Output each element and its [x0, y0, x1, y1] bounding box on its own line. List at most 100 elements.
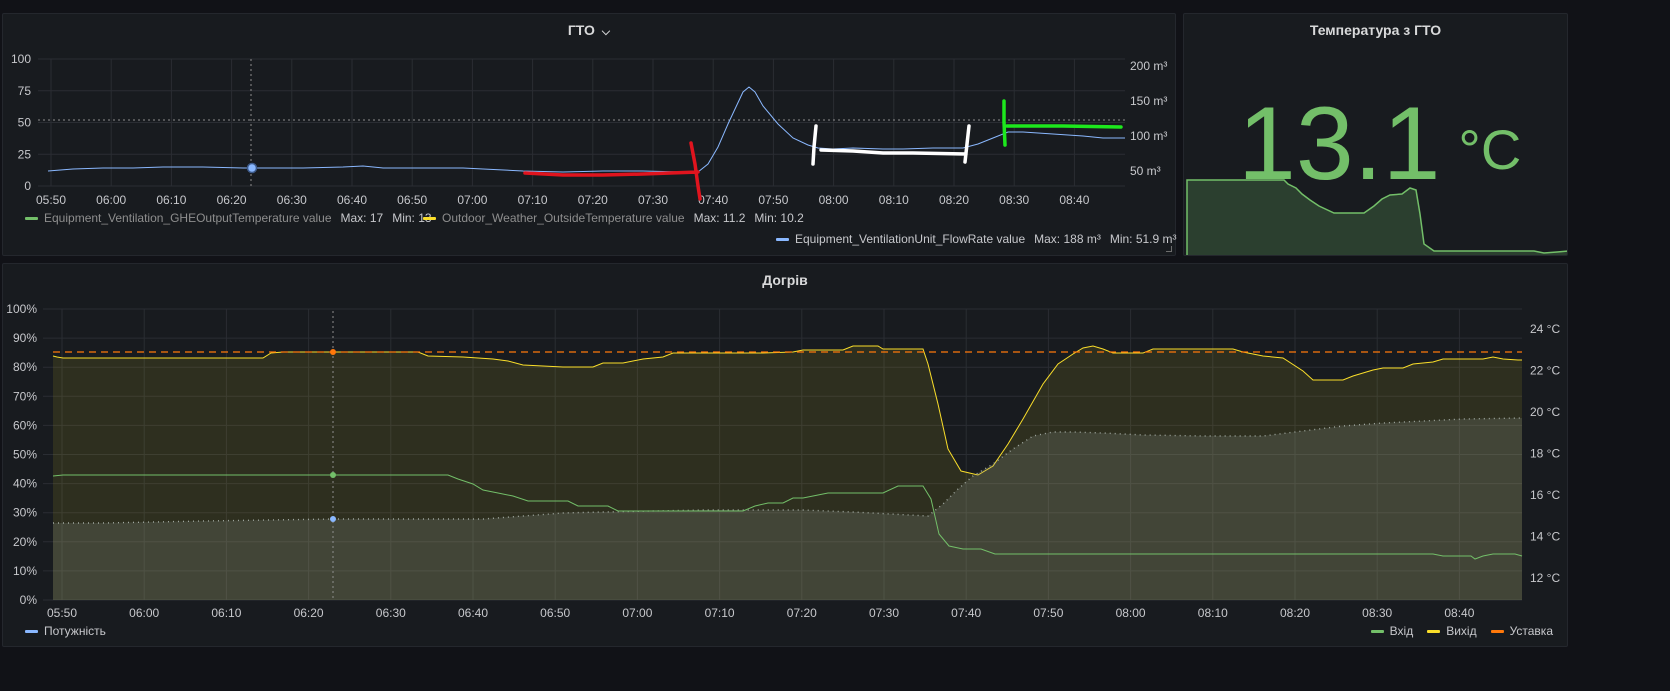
legend-item-input[interactable]: Вхід: [1370, 624, 1414, 638]
x-axis-tick-label: 06:20: [294, 606, 324, 620]
legend-max: Max: 188 m³: [1034, 232, 1101, 246]
y-axis-tick-label: 0%: [20, 593, 38, 607]
y-axis-tick-label: 80%: [13, 360, 37, 374]
y-right-axis-tick-label: 100 m³: [1130, 129, 1167, 143]
x-axis-tick-label: 06:50: [540, 606, 570, 620]
crosshair-point: [246, 162, 258, 174]
crosshair-point-output: [330, 349, 336, 355]
series-flow-rate: [47, 86, 1125, 173]
crosshair-point-input: [330, 472, 336, 478]
x-axis-tick-label: 06:30: [376, 606, 406, 620]
x-axis-tick-label: 08:00: [819, 193, 849, 207]
dogriv-chart[interactable]: 100% 90% 80% 70% 60% 50% 40% 30% 20% 10% 0% 24 °C 2…: [3, 264, 1569, 648]
legend-item-ghe-output[interactable]: Equipment_Ventilation_GHEOutputTemperatu…: [25, 211, 432, 225]
y-axis-tick-label: 40%: [13, 477, 37, 491]
x-axis-tick-label: 08:20: [1280, 606, 1310, 620]
x-axis-tick-label: 07:00: [622, 606, 652, 620]
x-axis-tick-label: 05:50: [47, 606, 77, 620]
x-axis-tick-label: 06:00: [129, 606, 159, 620]
legend-item-power[interactable]: Потужність: [25, 624, 106, 638]
y-axis-tick-label: 60%: [13, 418, 37, 432]
x-axis-tick-label: 07:30: [638, 193, 668, 207]
x-axis-tick-label: 08:10: [1198, 606, 1228, 620]
legend-label: Вихід: [1446, 624, 1477, 638]
y-axis-tick-label: 100: [11, 52, 31, 66]
crosshair-point-power: [330, 516, 336, 522]
x-axis-tick-label: 07:10: [518, 193, 548, 207]
legend-swatch: [1427, 629, 1441, 633]
legend-item-outside-temp[interactable]: Outdoor_Weather_OutsideTemperature value…: [423, 211, 804, 225]
y-axis-tick-label: 25: [18, 147, 32, 161]
x-axis-tick-label: 06:30: [277, 193, 307, 207]
legend-swatch: [1490, 629, 1504, 633]
resize-handle[interactable]: [1166, 246, 1172, 252]
y-right-axis-tick-label: 24 °C: [1530, 322, 1560, 336]
legend-right: Вхід Вихід Уставка: [1370, 624, 1553, 638]
legend-label: Потужність: [44, 624, 106, 638]
y-axis-tick-label: 90%: [13, 331, 37, 345]
y-axis-tick-label: 50%: [13, 448, 37, 462]
x-axis-tick-label: 08:30: [999, 193, 1029, 207]
gto-panel: ГТО ⌵ 100 75 50 25 0 200 m³ 150 m³ 100 m³ 50 m³…: [2, 13, 1177, 256]
x-axis-tick-label: 06:00: [96, 193, 126, 207]
temperature-panel: Температура з ГТО 13.1 °C: [1183, 13, 1568, 256]
legend-label: Вхід: [1389, 624, 1414, 638]
x-axis-tick-label: 08:10: [879, 193, 909, 207]
legend-swatch: [1370, 629, 1384, 633]
x-axis-tick-label: 07:20: [787, 606, 817, 620]
legend-swatch: [776, 237, 789, 241]
y-right-axis-tick-label: 50 m³: [1130, 164, 1161, 178]
x-axis-tick-label: 06:40: [458, 606, 488, 620]
stat-unit: °C: [1458, 118, 1522, 181]
x-axis-tick-label: 07:20: [578, 193, 608, 207]
legend-item-output[interactable]: Вихід: [1427, 624, 1477, 638]
x-axis-tick-label: 06:10: [156, 193, 186, 207]
legend-item-setpoint[interactable]: Уставка: [1490, 624, 1553, 638]
x-axis-tick-label: 06:20: [217, 193, 247, 207]
stat-number: 13.1: [1238, 86, 1441, 202]
x-axis-tick-label: 07:50: [758, 193, 788, 207]
y-right-axis-tick-label: 14 °C: [1530, 530, 1560, 544]
legend-label: Уставка: [1509, 624, 1553, 638]
y-right-axis-tick-label: 18 °C: [1530, 447, 1560, 461]
legend-max: Max: 11.2: [693, 211, 746, 225]
legend-max: Max: 17: [340, 211, 384, 225]
annotation-white: [811, 124, 971, 166]
y-right-axis-tick-label: 20 °C: [1530, 405, 1560, 419]
x-axis-tick-label: 06:10: [211, 606, 241, 620]
legend-label: Outdoor_Weather_OutsideTemperature value: [442, 211, 685, 225]
x-axis-tick-label: 07:40: [951, 606, 981, 620]
x-axis-tick-label: 08:40: [1444, 606, 1474, 620]
y-axis-tick-label: 20%: [13, 535, 37, 549]
x-axis-tick-label: 08:20: [939, 193, 969, 207]
y-axis-tick-label: 10%: [13, 564, 37, 578]
x-axis-tick-label: 07:40: [698, 193, 728, 207]
x-axis-tick-label: 07:10: [705, 606, 735, 620]
y-right-axis-tick-label: 16 °C: [1530, 488, 1560, 502]
x-axis-tick-label: 08:40: [1059, 193, 1089, 207]
y-axis-tick-label: 30%: [13, 506, 37, 520]
x-axis-tick-label: 06:40: [337, 193, 367, 207]
y-right-axis-tick-label: 22 °C: [1530, 364, 1560, 378]
legend-label: Equipment_Ventilation_GHEOutputTemperatu…: [44, 211, 332, 225]
y-axis-tick-label: 0: [24, 179, 31, 193]
stat-value: 13.1 °C: [1238, 92, 1521, 202]
y-right-axis-tick-label: 12 °C: [1530, 571, 1560, 585]
y-right-axis-tick-label: 150 m³: [1130, 94, 1167, 108]
legend-item-flow-rate[interactable]: Equipment_VentilationUnit_FlowRate value…: [776, 232, 1177, 246]
x-axis-tick-label: 05:50: [36, 193, 66, 207]
y-axis-tick-label: 50: [18, 116, 32, 130]
legend-swatch: [423, 216, 436, 220]
x-axis-tick-label: 06:50: [397, 193, 427, 207]
y-axis-tick-label: 100%: [6, 302, 37, 316]
y-axis-tick-label: 75: [18, 84, 32, 98]
legend-min: Min: 51.9 m³: [1109, 232, 1177, 246]
x-axis-tick-label: 08:30: [1362, 606, 1392, 620]
dogriv-panel: Догрів 100% 90% 80% 70% 60% 50% 40% 30% 20% 10% 0%…: [2, 263, 1568, 647]
x-axis-tick-label: 07:50: [1033, 606, 1063, 620]
legend-label: Equipment_VentilationUnit_FlowRate value: [795, 232, 1026, 246]
x-axis-tick-label: 08:00: [1116, 606, 1146, 620]
x-axis-tick-label: 07:30: [869, 606, 899, 620]
y-axis-tick-label: 70%: [13, 389, 37, 403]
legend-min: Min: 10.2: [754, 211, 804, 225]
